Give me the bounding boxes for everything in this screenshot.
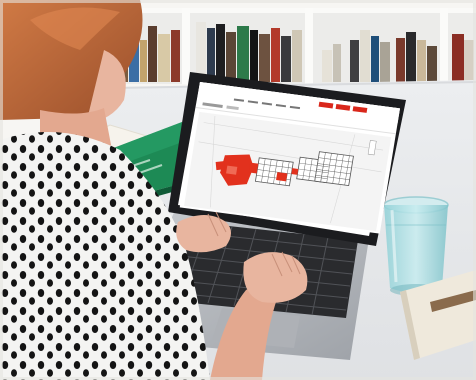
left-hand <box>176 215 231 253</box>
website-on-screen <box>179 82 400 234</box>
photo-illustration <box>0 0 476 380</box>
bookshelf <box>110 8 476 84</box>
photo-scene <box>0 0 476 380</box>
